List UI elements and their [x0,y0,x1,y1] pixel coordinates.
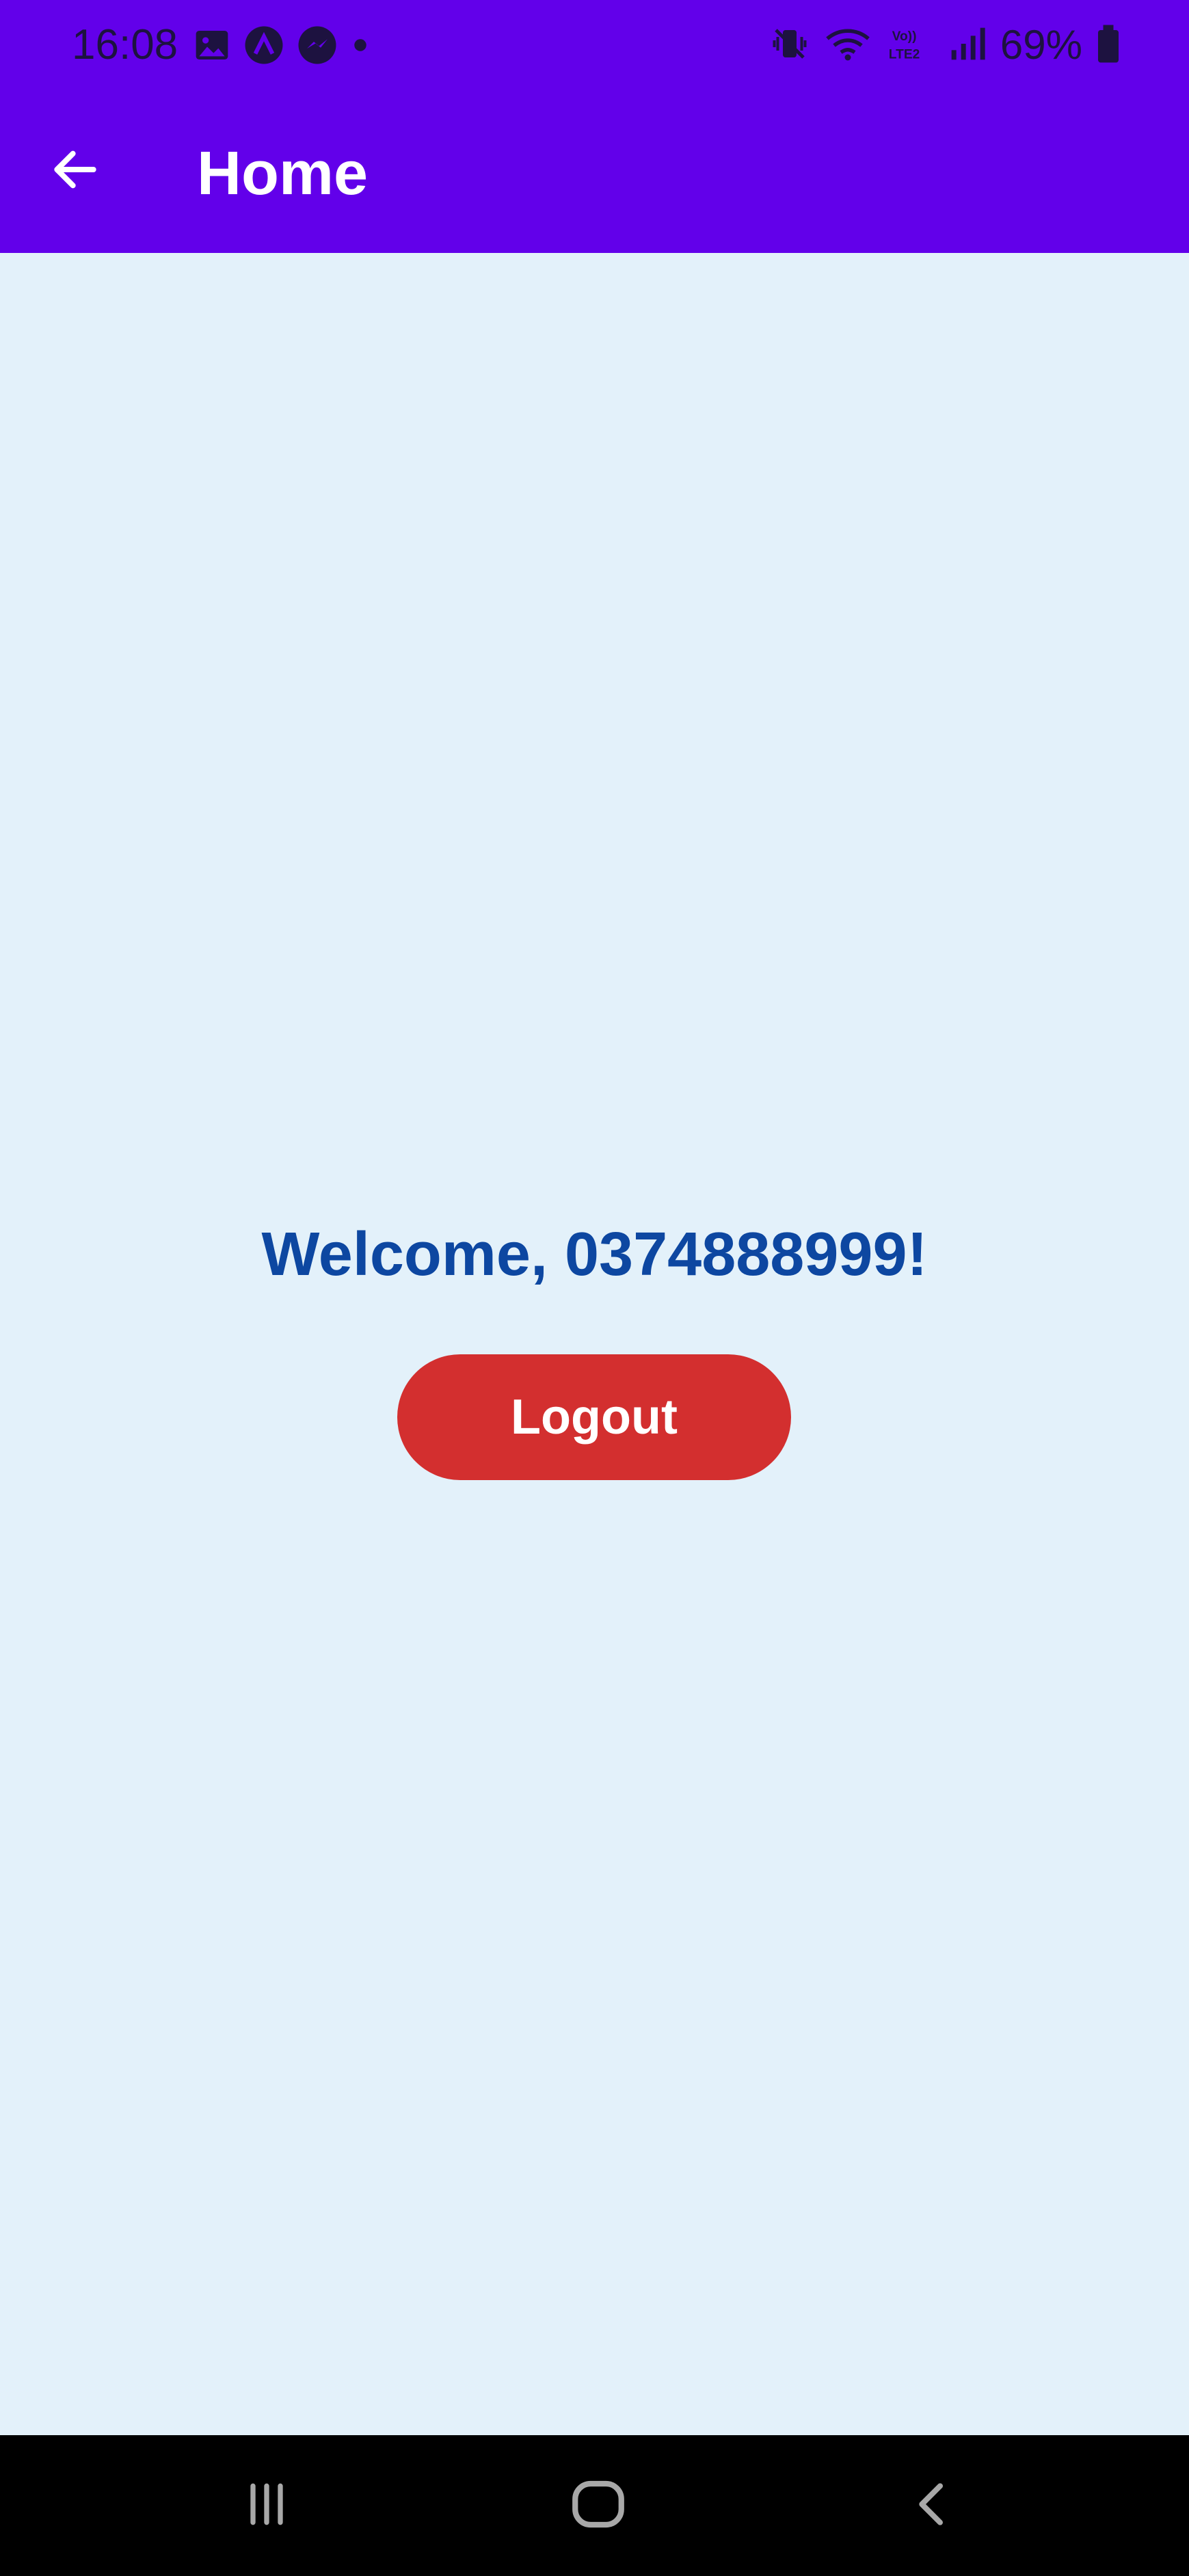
back-button[interactable] [41,137,109,205]
back-icon [906,2477,961,2535]
messenger-icon [297,25,338,69]
home-icon [567,2473,629,2538]
battery-percent: 69% [1000,22,1082,68]
system-nav-bar [0,2435,1189,2576]
arrow-left-icon [48,142,103,200]
battery-icon [1096,23,1121,68]
recents-button[interactable] [229,2471,304,2540]
home-button[interactable] [561,2471,636,2540]
volte-lte2-icon: Vo)) LTE2 [885,23,935,68]
page-title: Home [197,139,369,208]
app-a-icon [243,25,284,69]
app-bar: Home [0,90,1189,253]
main-content: Welcome, 0374888999! Logout [0,253,1189,2435]
mute-vibrate-icon [769,23,810,68]
recents-icon [239,2477,294,2535]
status-system-icons: Vo)) LTE2 69% [769,19,1121,71]
nav-back-button[interactable] [896,2471,971,2540]
welcome-message: Welcome, 0374888999! [261,1220,928,1289]
logout-button[interactable]: Logout [397,1354,791,1480]
svg-text:Vo)): Vo)) [892,29,917,44]
signal-icon [948,23,987,68]
dot-icon [350,25,371,69]
phone-screen: 16:08 Vo)) LTE2 69% Home Welcome, 037488… [0,0,1189,2576]
image-icon [193,26,231,68]
svg-text:LTE2: LTE2 [889,47,920,62]
wifi-icon [824,23,872,68]
status-notification-icons [193,25,371,69]
status-time: 16:08 [72,21,178,68]
status-bar: 16:08 Vo)) LTE2 69% [0,0,1189,90]
